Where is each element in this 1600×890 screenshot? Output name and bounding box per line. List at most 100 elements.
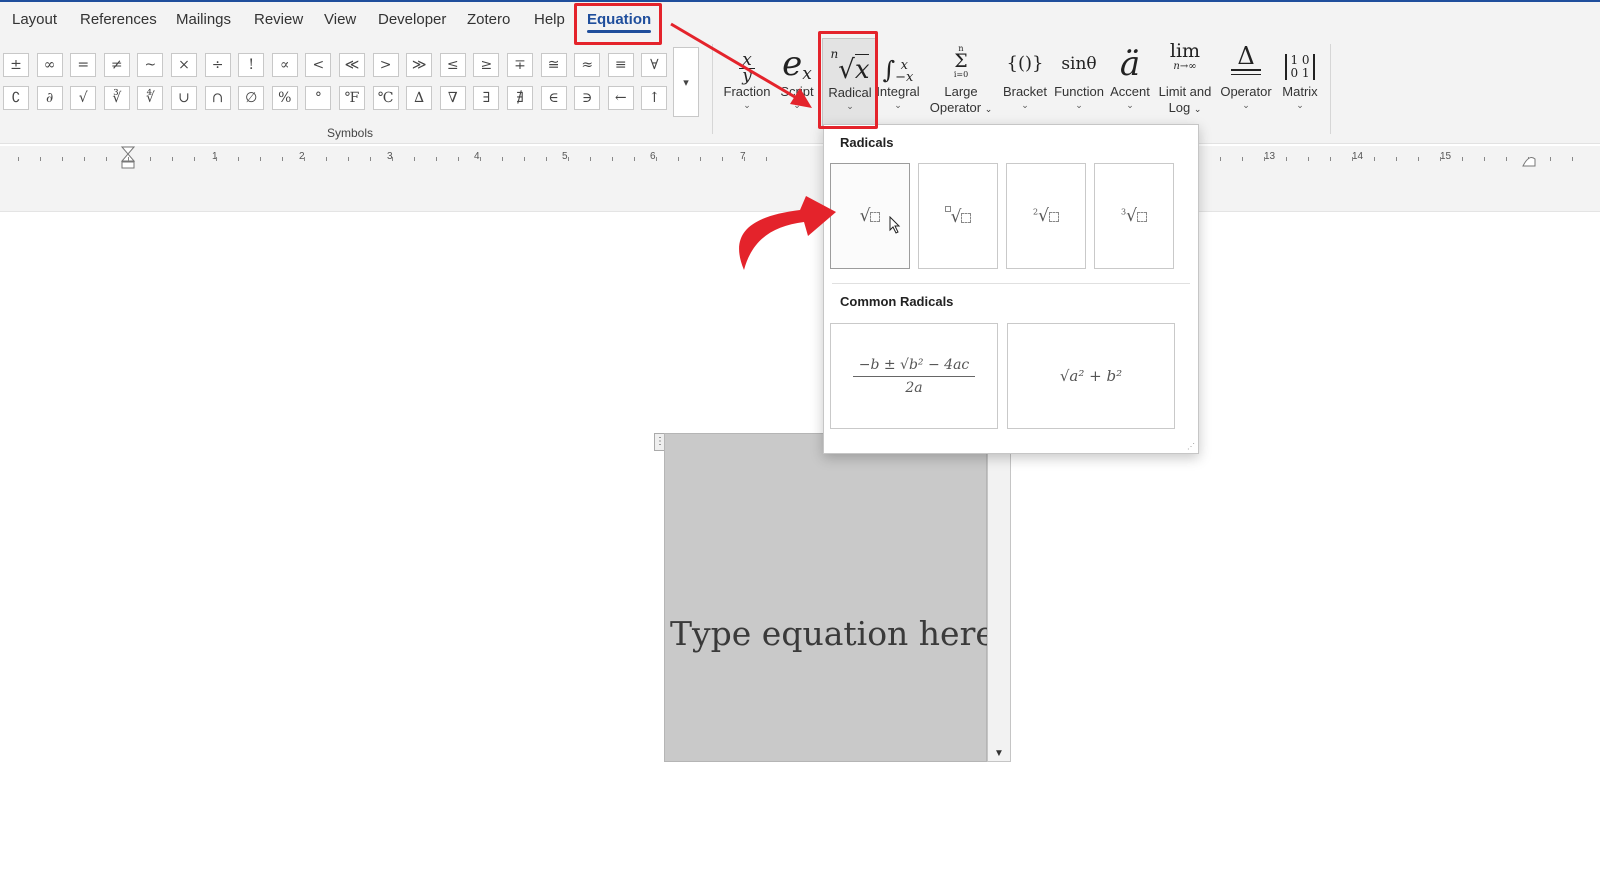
symbol-button[interactable]: =: [70, 53, 97, 77]
symbol-button[interactable]: ∀: [641, 53, 668, 77]
symbol-button[interactable]: ∆: [406, 86, 433, 110]
symbol-button[interactable]: !: [238, 53, 265, 77]
bracket-icon: {()}: [1006, 53, 1044, 74]
symbol-button[interactable]: ∜: [137, 86, 164, 110]
symbol-button[interactable]: ∪: [171, 86, 197, 110]
ruler-tick: [194, 157, 195, 161]
fraction-button[interactable]: xy Fraction ⌄: [720, 38, 774, 126]
equation-tab-highlight: [574, 3, 662, 45]
symbol-button[interactable]: ∛: [103, 86, 130, 110]
tab-mailings[interactable]: Mailings: [176, 11, 231, 28]
symbol-button[interactable]: ≡: [607, 53, 634, 77]
symbol-button[interactable]: ≥: [473, 53, 500, 77]
symbol-button[interactable]: ≈: [574, 53, 601, 77]
symbol-button[interactable]: ∈: [540, 86, 567, 110]
ruler-tick: [128, 157, 129, 161]
symbol-button[interactable]: ~: [137, 53, 164, 77]
pythagorean-tile[interactable]: √a² + b²: [1007, 323, 1175, 429]
equation-placeholder-box[interactable]: [664, 433, 987, 762]
ruler-tick: [392, 157, 393, 161]
more-arrow-icon[interactable]: ▾: [673, 47, 699, 117]
cube-root-tile[interactable]: 3√: [1094, 163, 1174, 269]
gallery-section-title: Common Radicals: [840, 294, 954, 309]
limit-log-label-2: Log ⌄: [1168, 100, 1202, 115]
matrix-icon: 1 00 1: [1276, 38, 1324, 84]
symbol-button[interactable]: ∓: [507, 53, 533, 77]
ruler-tick: [172, 157, 173, 161]
radical-with-degree-tile[interactable]: √: [918, 163, 998, 269]
ruler-tick: [150, 157, 151, 161]
symbol-button[interactable]: ∂: [36, 86, 63, 110]
large-operator-button[interactable]: n Σi=0 Large Operator ⌄: [926, 38, 996, 126]
dropdown-arrow-icon[interactable]: ▼: [994, 748, 1004, 759]
ruler-tick: [1242, 157, 1243, 161]
symbol-button[interactable]: ×: [171, 53, 197, 77]
ruler-tick: [1352, 157, 1353, 161]
quadratic-formula-tile[interactable]: −b ± √b² − 4ac 2a: [830, 323, 998, 429]
accent-button[interactable]: ä Accent ⌄: [1108, 38, 1152, 126]
fraction-label: Fraction: [723, 84, 771, 99]
square-root-tile[interactable]: √: [830, 163, 910, 269]
accent-label: Accent: [1110, 84, 1150, 99]
symbol-button[interactable]: ±: [3, 53, 29, 77]
equation-placeholder-text[interactable]: Type equation here.: [670, 614, 1005, 653]
symbol-button[interactable]: >: [372, 53, 399, 77]
equation-options-bar[interactable]: ▼: [987, 433, 1011, 762]
ruler-tick: [1418, 157, 1419, 161]
square-root-with-degree-tile[interactable]: 2√: [1006, 163, 1086, 269]
tab-view[interactable]: View: [324, 11, 356, 28]
matrix-button[interactable]: 1 00 1 Matrix ⌄: [1276, 38, 1324, 126]
ruler-tick: [744, 157, 745, 161]
bracket-button[interactable]: {()} Bracket ⌄: [1000, 38, 1050, 126]
ruler-tick: [502, 157, 503, 161]
function-label: Function: [1054, 84, 1104, 99]
ribbon-tab-bar: Layout References Mailings Review View D…: [0, 2, 1600, 36]
symbol-button[interactable]: ∃: [473, 86, 500, 110]
symbol-button[interactable]: <: [305, 53, 332, 77]
symbol-button[interactable]: ≪: [339, 53, 365, 77]
ruler-number: 14: [1352, 151, 1364, 162]
ruler-tick: [1550, 157, 1551, 161]
tab-layout[interactable]: Layout: [12, 11, 57, 28]
symbol-button[interactable]: ≤: [439, 53, 466, 77]
ruler-tick: [40, 157, 41, 161]
radical-gallery-dropdown: Radicals √ √ 2√ 3√ Common Radicals −b ± …: [823, 124, 1199, 454]
radical-with-degree-icon: √: [944, 205, 972, 227]
symbol-button[interactable]: ∅: [238, 86, 265, 110]
symbol-button[interactable]: ∁: [3, 86, 29, 110]
symbol-button[interactable]: ∇: [439, 86, 466, 110]
symbol-button[interactable]: ↑: [641, 86, 668, 110]
symbol-button[interactable]: ∄: [507, 86, 533, 110]
symbol-button[interactable]: ÷: [204, 53, 231, 77]
tab-help[interactable]: Help: [534, 11, 565, 28]
resize-grip-icon[interactable]: ⋰: [1187, 442, 1195, 451]
tab-references[interactable]: References: [80, 11, 157, 28]
symbol-button[interactable]: ∋: [574, 86, 601, 110]
symbol-button[interactable]: ∩: [204, 86, 231, 110]
tab-review[interactable]: Review: [254, 11, 303, 28]
gallery-divider: [832, 283, 1190, 284]
function-button[interactable]: sinθ Function ⌄: [1052, 38, 1106, 126]
ruler-number: 4: [474, 151, 480, 162]
integral-button[interactable]: ∫ x −x Integral ⌄: [874, 38, 922, 126]
limit-log-button[interactable]: lim n→∞ Limit and Log ⌄: [1156, 38, 1214, 126]
ruler-tick: [1462, 157, 1463, 161]
tab-developer[interactable]: Developer: [378, 11, 446, 28]
horizontal-ruler[interactable]: 1 2 3 4 5 6 7 13 14 15: [0, 146, 1600, 170]
tab-zotero[interactable]: Zotero: [467, 11, 510, 28]
symbol-button[interactable]: ∞: [36, 53, 63, 77]
symbol-button[interactable]: %: [271, 86, 298, 110]
symbol-button[interactable]: ≫: [406, 53, 433, 77]
symbol-button[interactable]: ≠: [103, 53, 130, 77]
symbol-button[interactable]: ℃: [372, 86, 399, 110]
symbol-button[interactable]: ℉: [339, 86, 365, 110]
operator-button[interactable]: Δ Operator ⌄: [1218, 38, 1274, 126]
symbol-button[interactable]: °: [305, 86, 332, 110]
symbol-button[interactable]: ∝: [271, 53, 298, 77]
symbols-group-label: Symbols: [327, 126, 374, 140]
script-button[interactable]: ex Script ⌄: [776, 38, 818, 126]
symbol-button[interactable]: ←: [607, 86, 634, 110]
symbol-button[interactable]: ≅: [540, 53, 567, 77]
chevron-down-icon: ⌄: [1296, 100, 1304, 110]
symbol-button[interactable]: √: [70, 86, 97, 110]
